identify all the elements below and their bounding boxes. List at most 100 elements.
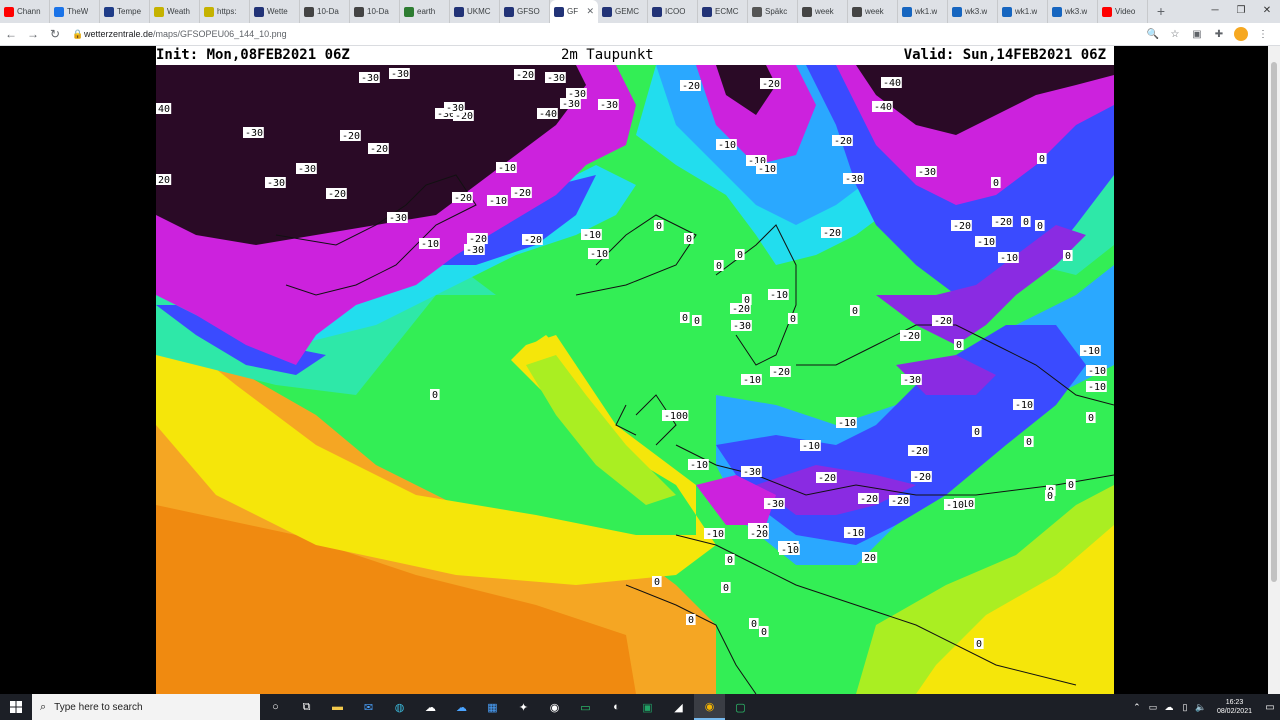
tab-2[interactable]: Tempe — [100, 0, 150, 23]
notification-icon[interactable]: ▭ — [1260, 702, 1280, 713]
contour-label-text: -30 — [267, 178, 285, 189]
taskbar-search[interactable]: ⌕ Type here to search — [32, 694, 260, 720]
file-explorer-icon[interactable]: ▬ — [322, 694, 353, 720]
cortana-icon[interactable]: ○ — [260, 694, 291, 720]
tab-7[interactable]: 10-Da — [350, 0, 400, 23]
clock[interactable]: 16:23 08/02/2021 — [1209, 698, 1260, 716]
volume-icon[interactable]: 🔈 — [1193, 702, 1209, 713]
contour-label: -40 — [881, 77, 902, 89]
lock-icon[interactable]: 🔒 — [72, 29, 84, 40]
contour-label-text: 0 — [1039, 154, 1045, 165]
tab-13[interactable]: ICOO — [648, 0, 698, 23]
app-icon[interactable]: ◐ — [601, 694, 632, 720]
contour-label-text: 0 — [1088, 413, 1094, 424]
new-tab-icon[interactable]: + — [1148, 0, 1174, 23]
tab-8[interactable]: earth — [400, 0, 450, 23]
reload-icon[interactable]: ↻ — [44, 27, 66, 41]
contour-label-text: -10 — [498, 163, 516, 174]
calendar-icon[interactable]: ▦ — [477, 694, 508, 720]
settings-icon[interactable]: ✦ — [508, 694, 539, 720]
contour-label-text: -30 — [466, 245, 484, 256]
globe-icon — [802, 6, 812, 17]
tab-12[interactable]: GEMC — [598, 0, 648, 23]
menu-dots-icon[interactable]: ⋮ — [1252, 29, 1274, 40]
contour-label-text: -20 — [902, 331, 920, 342]
scrollbar-thumb[interactable] — [1271, 62, 1277, 582]
contour-label: -20 — [514, 69, 535, 81]
puzzle-icon[interactable]: ✚ — [1208, 29, 1230, 40]
contour-label: -20 — [889, 495, 910, 507]
contour-label-text: -20 — [823, 228, 841, 239]
maps-icon[interactable]: ◉ — [539, 694, 570, 720]
forward-icon[interactable]: → — [22, 27, 44, 41]
edge-icon[interactable]: ◍ — [384, 694, 415, 720]
extension-icon[interactable]: ▣ — [1186, 29, 1208, 40]
camtasia-icon[interactable]: ▢ — [725, 694, 756, 720]
contour-label-text: -10 — [421, 239, 439, 250]
profile-avatar[interactable] — [1234, 27, 1248, 41]
tab-21[interactable]: wk3.w — [1048, 0, 1098, 23]
contour-label: 0 — [684, 233, 694, 245]
mail-icon[interactable]: ✉ — [353, 694, 384, 720]
zoom-icon[interactable]: 🔍 — [1142, 29, 1164, 40]
tab-label: wk3.w — [1065, 7, 1088, 16]
bookmark-star-icon[interactable]: ☆ — [1164, 29, 1186, 40]
tab-9[interactable]: UKMC — [450, 0, 500, 23]
contour-label: 0 — [991, 177, 1001, 189]
contour-label: -20 — [816, 472, 837, 484]
tab-3[interactable]: Weath — [150, 0, 200, 23]
wz-icon — [254, 6, 264, 17]
tab-0[interactable]: Chann — [0, 0, 50, 23]
contour-label-text: 0 — [751, 619, 757, 630]
tab-16[interactable]: week — [798, 0, 848, 23]
close-window-icon[interactable]: ✕ — [1254, 0, 1280, 23]
tab-22[interactable]: Video — [1098, 0, 1148, 23]
tab-label: GEMC — [615, 7, 639, 16]
contour-label: 0 — [1035, 220, 1045, 232]
tab-17[interactable]: week — [848, 0, 898, 23]
tab-11[interactable]: GF ✕ — [550, 0, 598, 23]
tab-5[interactable]: Wette — [250, 0, 300, 23]
cloud-icon[interactable]: ☁ — [1161, 702, 1177, 713]
windows-start-icon[interactable] — [0, 694, 32, 720]
display-icon[interactable]: ▯ — [1177, 702, 1193, 713]
contour-label: 0 — [954, 339, 964, 351]
contour-label-text: -10 — [846, 528, 864, 539]
excel-icon[interactable]: ▣ — [632, 694, 663, 720]
contour-label: 0 — [680, 312, 690, 324]
game-icon[interactable]: ▭ — [570, 694, 601, 720]
tab-1[interactable]: TheW — [50, 0, 100, 23]
page-scrollbar[interactable] — [1268, 46, 1280, 694]
restore-icon[interactable]: ❐ — [1228, 0, 1254, 23]
paint-icon[interactable]: ◢ — [663, 694, 694, 720]
tab-4[interactable]: https: — [200, 0, 250, 23]
network-icon[interactable]: ▭ — [1145, 702, 1161, 713]
chrome-icon[interactable]: ◉ — [694, 694, 725, 720]
onedrive-icon[interactable]: ☁ — [446, 694, 477, 720]
contour-label: 0 — [742, 294, 752, 306]
tab-19[interactable]: wk3.w — [948, 0, 998, 23]
tab-14[interactable]: ECMC — [698, 0, 748, 23]
contour-label: -20 — [911, 471, 932, 483]
contour-label: -30 — [359, 72, 380, 84]
weather-app-icon[interactable]: ☁ — [415, 694, 446, 720]
address-bar[interactable]: 🔒 wetterzentrale.de/maps/GFSOPEU06_144_1… — [72, 25, 1136, 43]
close-tab-icon[interactable]: ✕ — [586, 6, 594, 17]
contour-label-text: 0 — [956, 340, 962, 351]
contour-label-text: 0 — [432, 390, 438, 401]
tab-20[interactable]: wk1.w — [998, 0, 1048, 23]
tab-18[interactable]: wk1.w — [898, 0, 948, 23]
task-view-icon[interactable]: ⧉ — [291, 694, 322, 720]
chevron-up-icon[interactable]: ⌃ — [1129, 702, 1145, 713]
map-init-time: Init: Mon,08FEB2021 06Z — [156, 47, 350, 63]
tab-label: wk1.w — [1015, 7, 1038, 16]
tab-6[interactable]: 10-Da — [300, 0, 350, 23]
back-icon[interactable]: ← — [0, 27, 22, 41]
contour-label-text: -10 — [1088, 382, 1106, 393]
contour-label-text: -20 — [469, 234, 487, 245]
contour-label-text: -30 — [389, 213, 407, 224]
minimize-icon[interactable]: ─ — [1202, 0, 1228, 23]
tab-15[interactable]: Späkc — [748, 0, 798, 23]
windows-taskbar: ⌕ Type here to search ○ ⧉ ▬ ✉ ◍ ☁ ☁ ▦ ✦ … — [0, 694, 1280, 720]
tab-10[interactable]: GFSO — [500, 0, 550, 23]
